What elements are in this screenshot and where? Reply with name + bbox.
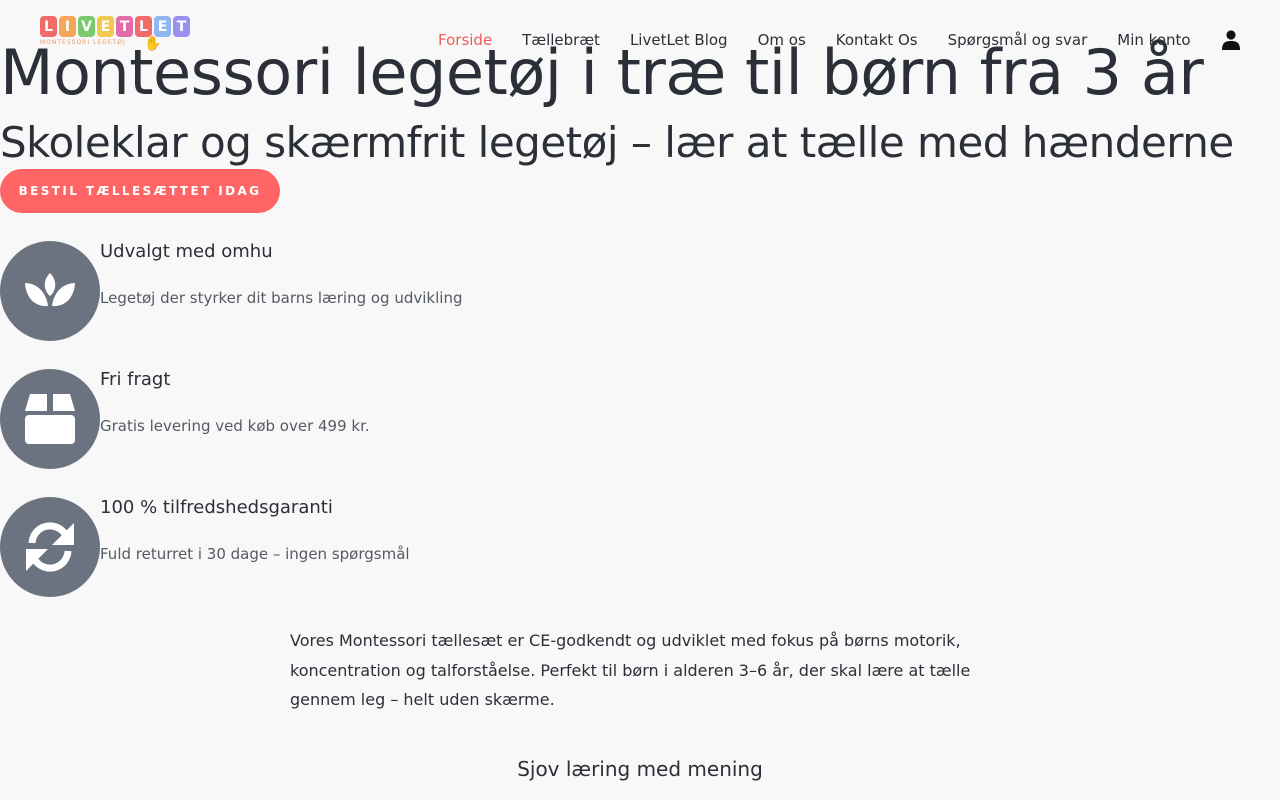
- logo-letter: E: [154, 16, 171, 37]
- logo-letter: I: [59, 16, 76, 37]
- logo-letter: L: [40, 16, 57, 37]
- logo-letter: E: [97, 16, 114, 37]
- feature-icon-circle: [0, 497, 100, 597]
- order-counting-set-button[interactable]: BESTIL TÆLLESÆTTET IDAG: [0, 169, 280, 213]
- feature-title: 100 % tilfredshedsgaranti: [100, 497, 333, 518]
- logo-letter: T: [116, 16, 133, 37]
- feature-text: Legetøj der styrker dit barns læring og …: [100, 289, 463, 307]
- page: L I V E T L E T MONTESSORI LEGETØJ ✋ For…: [0, 0, 1280, 800]
- logo-letter: L: [135, 16, 152, 37]
- user-icon[interactable]: [1222, 30, 1240, 50]
- product-description: Vores Montessori tællesæt er CE-godkendt…: [290, 631, 971, 709]
- feature-icon-circle: [0, 369, 100, 469]
- hero-title: Montessori legetøj i træ til børn fra 3 …: [0, 36, 1204, 109]
- feature-item: Udvalgt med omhu Legetøj der styrker dit…: [0, 241, 600, 341]
- feature-item: Fri fragt Gratis levering ved køb over 4…: [0, 369, 600, 469]
- feature-text: Fuld returret i 30 dage – ingen spørgsmå…: [100, 545, 410, 563]
- box-icon: [25, 394, 75, 444]
- logo-letter: T: [173, 16, 190, 37]
- feature-icon-circle: [0, 241, 100, 341]
- feature-text: Gratis levering ved køb over 499 kr.: [100, 417, 370, 435]
- section-title: Sjov læring med mening: [517, 757, 763, 781]
- hero-subtitle: Skoleklar og skærmfrit legetøj – lær at …: [0, 118, 1234, 167]
- feature-title: Fri fragt: [100, 369, 171, 390]
- logo-letter: V: [78, 16, 95, 37]
- feature-item: 100 % tilfredshedsgaranti Fuld returret …: [0, 497, 600, 597]
- lotus-icon: [25, 273, 75, 307]
- feature-title: Udvalgt med omhu: [100, 241, 273, 262]
- logo-wordmark: L I V E T L E T: [40, 16, 190, 37]
- refresh-icon: [26, 522, 74, 572]
